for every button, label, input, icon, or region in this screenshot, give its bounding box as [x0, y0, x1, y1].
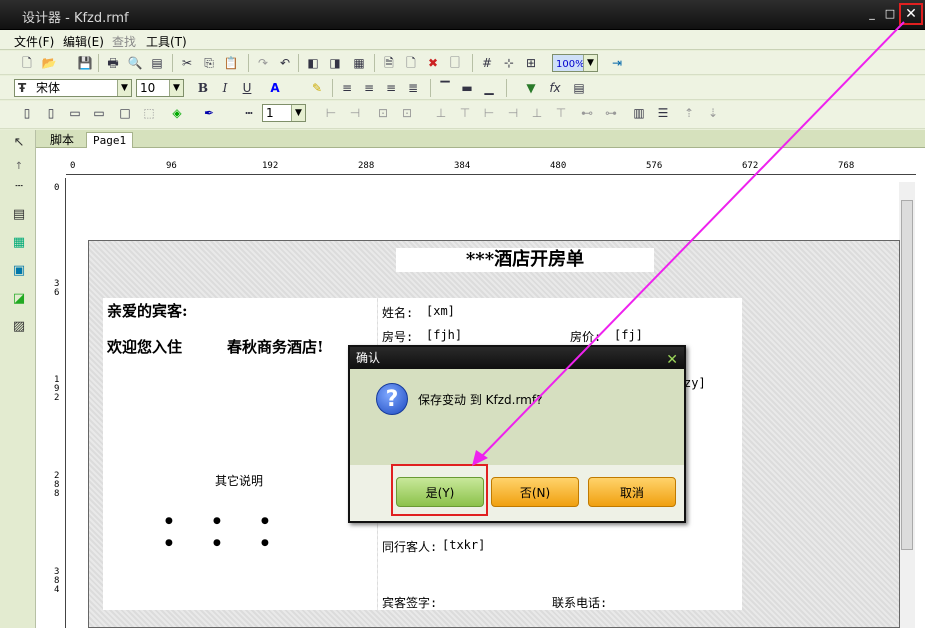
annotation-arrow: [472, 21, 905, 466]
arrow-line: [479, 21, 905, 459]
